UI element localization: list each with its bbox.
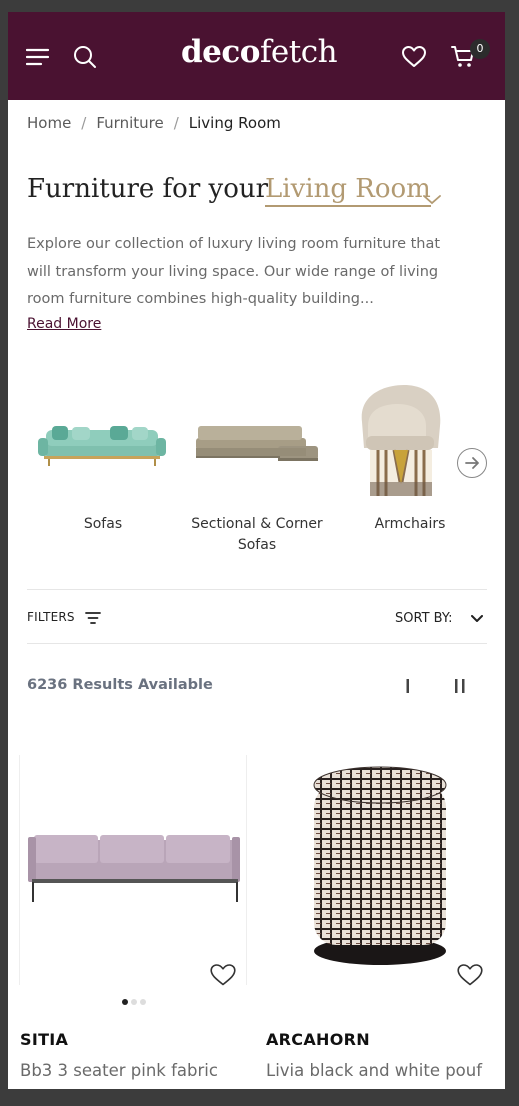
single-column-view-icon[interactable] <box>406 678 410 697</box>
app-screen: decofetch 0 Home / Furniture / Living Room F… <box>8 12 505 1089</box>
breadcrumb-furniture[interactable]: Furniture <box>96 114 163 132</box>
hamburger-menu-icon[interactable] <box>25 48 50 70</box>
product-name[interactable]: Bb3 3 seater pink fabric <box>20 1061 218 1080</box>
filters-label: FILTERS <box>27 610 75 624</box>
chevron-down-icon[interactable] <box>423 190 441 209</box>
sort-by-dropdown[interactable]: SORT BY: <box>395 611 483 626</box>
add-to-wishlist-icon[interactable] <box>210 964 236 990</box>
search-icon[interactable] <box>73 45 97 73</box>
two-column-view-icon[interactable] <box>454 678 466 697</box>
product-image-sitia[interactable] <box>19 755 247 985</box>
page-title: Furniture for your <box>27 174 269 204</box>
armchair-image[interactable] <box>354 382 444 504</box>
carousel-dot[interactable] <box>131 999 137 1005</box>
filter-lines-icon <box>84 611 101 624</box>
heart-icon[interactable] <box>402 46 426 72</box>
breadcrumb-separator: / <box>81 114 87 132</box>
carousel-next-button[interactable] <box>457 448 487 478</box>
image-carousel-dots <box>122 990 149 1009</box>
product-name[interactable]: Livia black and white pouf <box>266 1061 482 1080</box>
carousel-dot[interactable] <box>122 999 128 1005</box>
results-count: 6236 Results Available <box>27 677 213 693</box>
add-to-wishlist-icon[interactable] <box>457 964 483 990</box>
breadcrumb-separator: / <box>173 114 179 132</box>
category-label-sectional[interactable]: Sectional & Corner Sofas <box>180 514 334 556</box>
category-description: Explore our collection of luxury living … <box>27 236 441 307</box>
read-more-link[interactable]: Read More <box>27 316 101 332</box>
cart-count-badge: 0 <box>470 39 490 59</box>
top-header: decofetch 0 <box>8 12 505 100</box>
category-label-armchairs[interactable]: Armchairs <box>360 514 460 535</box>
breadcrumb-home[interactable]: Home <box>27 114 71 132</box>
sort-by-label: SORT BY: <box>395 611 453 626</box>
carousel-dot[interactable] <box>140 999 146 1005</box>
product-image-arcahorn[interactable] <box>266 755 494 985</box>
product-brand[interactable]: ARCAHORN <box>266 1030 370 1049</box>
divider <box>27 643 487 644</box>
room-selector[interactable]: Living Room <box>265 174 431 207</box>
product-brand[interactable]: SITIA <box>20 1030 68 1049</box>
category-label-sofas[interactable]: Sofas <box>53 514 153 535</box>
divider <box>27 589 487 590</box>
sofa-image[interactable] <box>38 420 166 470</box>
breadcrumb-current: Living Room <box>188 114 281 132</box>
chevron-down-icon <box>470 614 483 622</box>
sectional-sofa-image[interactable] <box>194 424 320 468</box>
site-logo[interactable]: decofetch <box>181 34 338 70</box>
arrow-right-icon <box>465 457 479 469</box>
breadcrumb: Home / Furniture / Living Room <box>27 114 281 132</box>
filters-button[interactable]: FILTERS <box>27 610 101 625</box>
